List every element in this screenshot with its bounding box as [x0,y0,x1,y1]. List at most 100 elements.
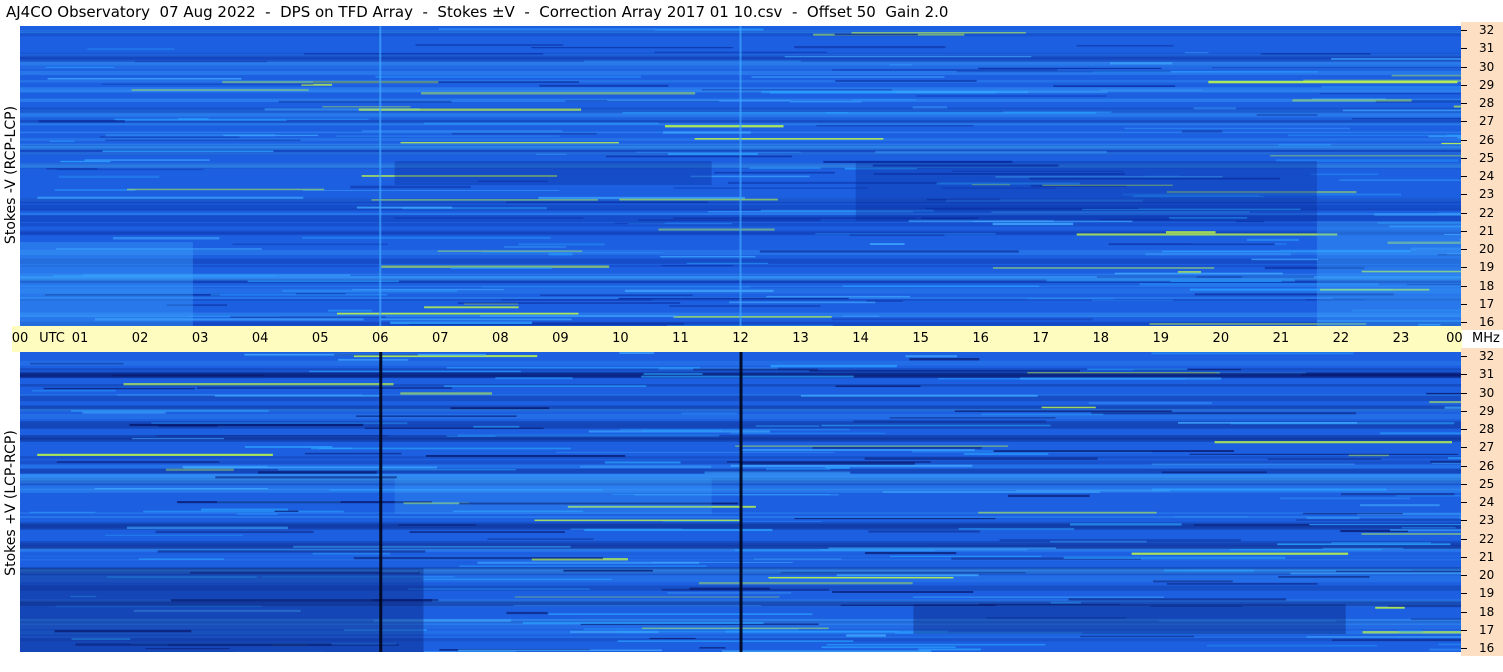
signal-streak [617,640,854,642]
signal-streak [337,312,579,315]
signal-streak [1114,272,1283,275]
dark-region [913,604,1346,634]
signal-streak [698,582,913,585]
signal-streak [356,206,453,209]
time-tick-label: 03 [191,331,209,346]
signal-streak [43,387,196,390]
freq-axis-top: 32 31 30 29 28 27 26 25 24 23 22 21 20 19 18 17 16 [1461,22,1503,330]
signal-streak [424,306,519,309]
signal-streak [1306,636,1461,638]
signal-streak [201,508,288,511]
signal-streak [84,159,210,161]
time-tick-label: 02 [131,331,149,346]
signal-streak [380,318,572,321]
signal-streak [1145,252,1291,256]
signal-streak [1287,134,1459,137]
signal-streak [1174,516,1249,518]
freq-tick-label: 24 [1479,495,1495,509]
signal-streak [129,423,364,427]
signal-streak [505,201,709,203]
time-tick-label: 00 [11,331,29,346]
signal-streak [816,125,974,127]
signal-streak [522,621,764,625]
signal-streak [534,519,741,522]
signal-streak [655,28,764,31]
signal-streak [1453,105,1461,108]
freq-tick [1461,84,1467,86]
signal-streak [487,538,594,540]
signal-streak [693,368,819,371]
signal-streak [834,33,918,36]
signal-streak [981,413,1104,416]
freq-tick [1461,556,1467,558]
signal-streak [1177,421,1358,424]
time-tick-label: 13 [792,331,809,346]
signal-streak [1295,519,1461,521]
signal-streak [451,132,597,135]
freq-tick [1461,593,1467,595]
signal-streak [912,106,948,109]
time-tick-label: 00 [1446,331,1463,346]
freq-tick [1461,212,1467,214]
signal-streak [1189,453,1459,455]
signal-streak [751,76,945,78]
signal-streak [371,199,598,201]
signal-streak [742,448,975,451]
signal-streak [157,550,426,553]
freq-tick-label: 30 [1479,385,1495,400]
signal-streak [1429,648,1461,651]
signal-streak [1280,497,1410,500]
freq-tick-label: 20 [1479,568,1495,582]
signal-streak [60,160,111,163]
signal-streak [1309,524,1461,526]
signal-streak [424,122,659,125]
freq-tick [1461,575,1467,576]
signal-streak [615,222,665,224]
freq-tick [1461,303,1467,305]
signal-streak [642,627,829,630]
signal-streak [151,422,408,425]
signal-streak [889,64,913,66]
signal-streak [278,100,452,103]
signal-streak [580,465,712,468]
signal-streak [1163,569,1254,572]
freq-tick-label: 18 [1479,278,1495,293]
freq-tick [1461,121,1467,123]
top-panel-ylabel: Stokes -V (RCP-LCP) [3,105,19,245]
signal-streak [1027,372,1221,374]
signal-streak [473,425,520,428]
signal-streak [444,385,647,388]
signal-streak [216,501,341,503]
signal-streak [338,358,409,361]
time-tick-label: 22 [1332,331,1350,346]
signal-streak [828,547,1056,549]
signal-streak [809,370,1080,372]
signal-streak [1322,547,1404,550]
signal-streak [358,108,582,111]
signal-streak [673,187,868,189]
spectrogram-bottom [20,352,1461,652]
freq-tick [1461,392,1467,394]
signal-streak [726,461,931,463]
signal-streak [1444,406,1461,409]
signal-streak [651,561,793,563]
signal-streak [1165,231,1216,234]
signal-streak [49,140,75,143]
signal-streak [105,534,244,537]
signal-streak [1099,89,1203,91]
freq-tick-label: 16 [1479,315,1495,329]
signal-streak [714,171,835,174]
signal-streak [912,596,1165,598]
signal-streak [425,454,626,457]
signal-streak [686,262,769,265]
freq-tick-label: 29 [1479,77,1495,92]
freq-tick-label: 22 [1479,205,1495,220]
signal-streak [843,315,880,317]
signal-streak [230,316,386,318]
signal-streak [126,526,288,530]
signal-streak [518,243,605,246]
signal-streak [1108,243,1275,246]
freq-tick-label: 21 [1479,549,1495,564]
signal-streak [309,370,521,373]
signal-streak [604,461,681,464]
